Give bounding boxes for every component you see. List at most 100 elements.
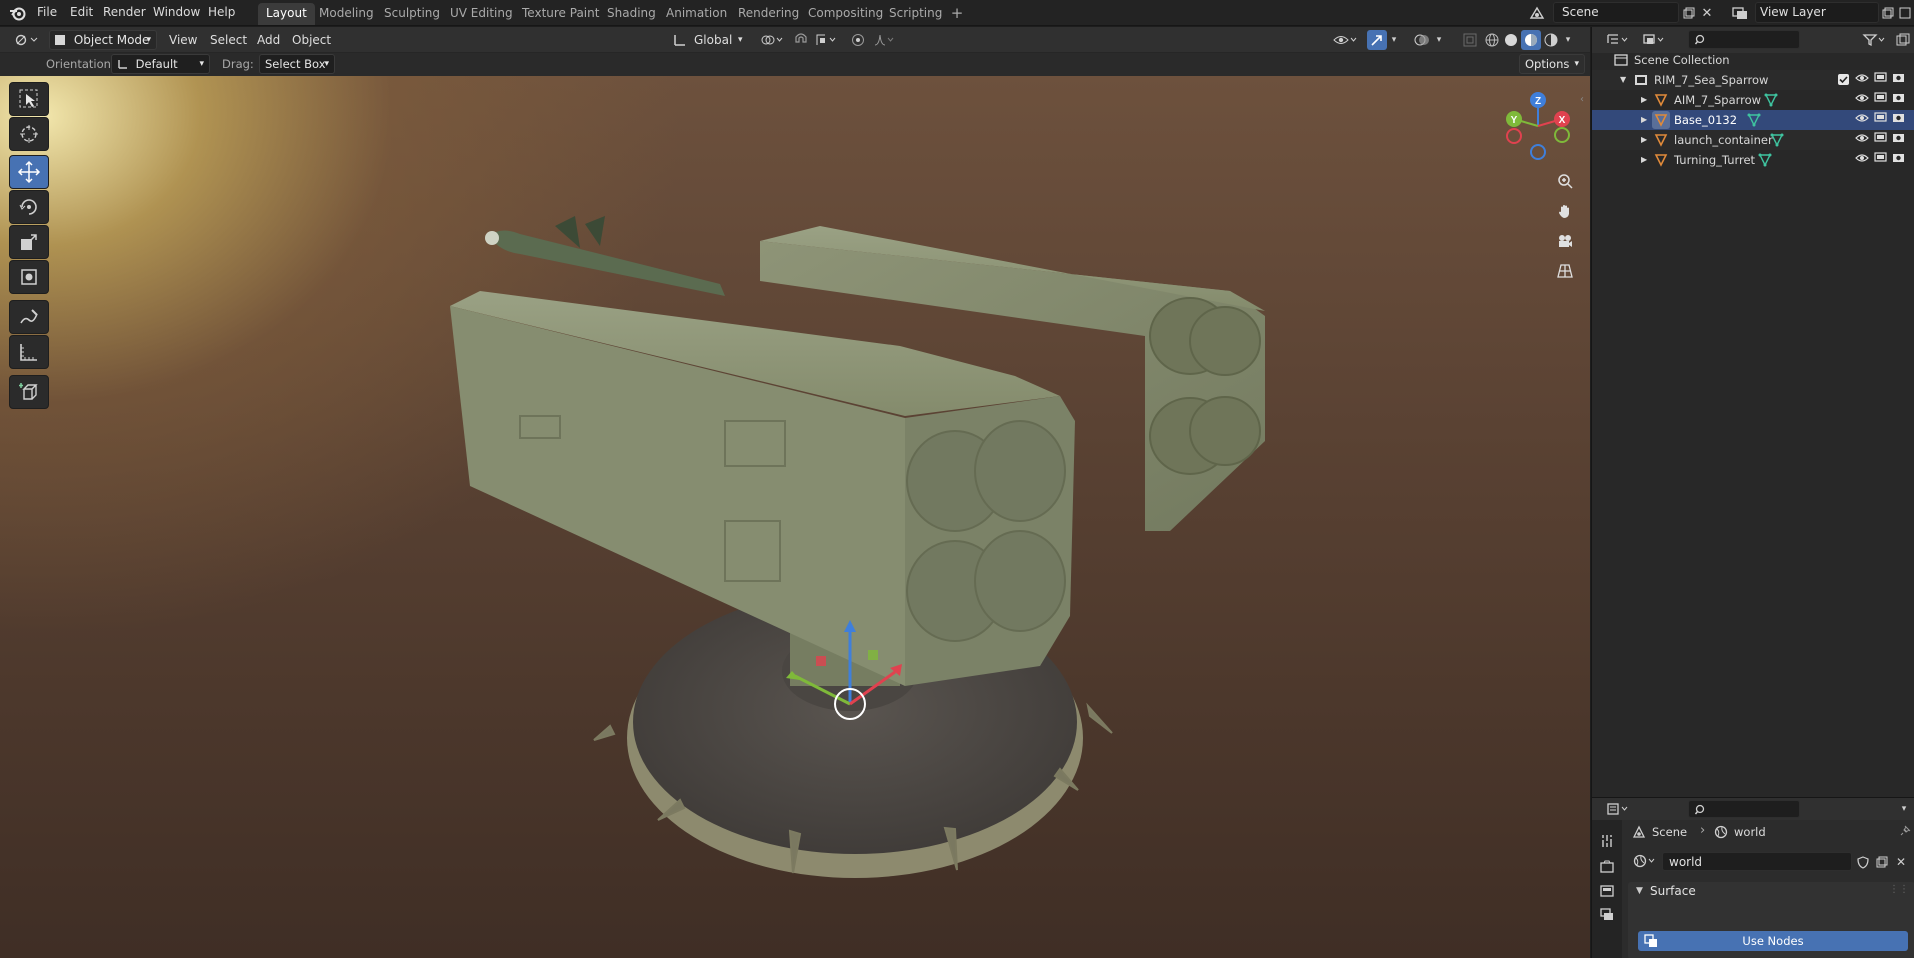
tab-uv-editing[interactable]: UV Editing xyxy=(442,3,521,25)
annotate-tool[interactable] xyxy=(9,300,49,334)
pin-icon[interactable] xyxy=(1900,824,1912,839)
rendered-shading-icon[interactable] xyxy=(1542,31,1560,49)
breadcrumb-scene[interactable]: Scene xyxy=(1652,825,1687,839)
chevron-down-icon[interactable]: ▾ xyxy=(1388,31,1400,49)
view-layer-icon[interactable] xyxy=(1727,3,1753,23)
world-browse-icon[interactable] xyxy=(1632,852,1660,870)
cursor-tool[interactable] xyxy=(9,117,49,151)
remove-scene-icon[interactable]: ✕ xyxy=(1698,3,1716,23)
display-mode-icon[interactable] xyxy=(1640,31,1670,49)
world-name-field[interactable]: world xyxy=(1662,852,1852,871)
tab-texture-paint[interactable]: Texture Paint xyxy=(514,3,607,25)
scale-tool[interactable] xyxy=(9,225,49,259)
wireframe-shading-icon[interactable] xyxy=(1483,31,1501,49)
exclude-checkbox[interactable] xyxy=(1838,74,1849,85)
menu-view[interactable]: View xyxy=(169,30,197,50)
axis-neg-x-icon[interactable] xyxy=(1506,128,1522,144)
output-tab-icon[interactable] xyxy=(1596,880,1618,902)
show-gizmo-icon[interactable] xyxy=(1367,30,1387,50)
tab-scripting[interactable]: Scripting xyxy=(881,3,950,25)
drag-dropdown[interactable]: Select Box ▾ xyxy=(259,54,335,74)
proportional-falloff-icon[interactable] xyxy=(870,31,900,49)
menu-help[interactable]: Help xyxy=(208,0,235,26)
use-nodes-button[interactable]: Use Nodes xyxy=(1638,931,1908,951)
tab-compositing[interactable]: Compositing xyxy=(800,3,891,25)
axis-neg-z-icon[interactable] xyxy=(1530,144,1546,160)
pivot-point-icon[interactable] xyxy=(757,31,787,49)
proportional-editing-icon[interactable] xyxy=(848,31,868,49)
outliner-row-scene-collection[interactable]: Scene Collection xyxy=(1592,50,1914,70)
move-tool[interactable] xyxy=(9,155,49,189)
chevron-down-icon[interactable]: ▾ xyxy=(1433,31,1445,49)
breadcrumb-world[interactable]: world xyxy=(1734,825,1766,839)
visibility-icon[interactable] xyxy=(1331,31,1361,49)
panel-collapse-icon[interactable]: ▼ xyxy=(1636,886,1643,896)
expand-arrow-icon[interactable]: ▶ xyxy=(1641,110,1647,130)
material-preview-shading-icon[interactable] xyxy=(1521,30,1541,50)
expand-arrow-icon[interactable]: ▼ xyxy=(1620,70,1626,90)
scene-selector[interactable]: Scene xyxy=(1553,2,1679,23)
overlays-icon[interactable] xyxy=(1412,31,1432,49)
navigation-gizmo[interactable]: Z Y X xyxy=(1498,86,1578,166)
menu-edit[interactable]: Edit xyxy=(70,0,93,26)
transform-orientation-icon[interactable] xyxy=(671,31,689,49)
add-cube-tool[interactable] xyxy=(9,375,49,409)
tab-rendering[interactable]: Rendering xyxy=(730,3,807,25)
view-layer-selector[interactable]: View Layer xyxy=(1755,2,1879,23)
solid-shading-icon[interactable] xyxy=(1502,31,1520,49)
collapse-sidebar-icon[interactable]: ‹ xyxy=(1580,94,1584,105)
tab-animation[interactable]: Animation xyxy=(658,3,735,25)
drag-handle-icon[interactable]: ⋮⋮ xyxy=(1889,884,1909,895)
chevron-down-icon[interactable]: ▾ xyxy=(1562,31,1574,49)
unlink-world-icon[interactable]: ✕ xyxy=(1892,853,1910,871)
expand-arrow-icon[interactable]: ▶ xyxy=(1641,150,1647,170)
outliner-editor-type-icon[interactable] xyxy=(1604,31,1634,49)
visibility-toggles[interactable] xyxy=(1855,72,1904,82)
zoom-icon[interactable] xyxy=(1552,168,1578,194)
new-collection-icon[interactable] xyxy=(1894,31,1912,49)
menu-window[interactable]: Window xyxy=(153,0,200,26)
orientation-dropdown[interactable]: Default ▾ xyxy=(111,54,210,74)
menu-render[interactable]: Render xyxy=(103,0,146,26)
xray-icon[interactable] xyxy=(1460,31,1480,49)
menu-file[interactable]: File xyxy=(37,0,57,26)
view-layer-tab-icon[interactable] xyxy=(1596,904,1618,926)
pan-hand-icon[interactable] xyxy=(1552,198,1578,224)
menu-object[interactable]: Object xyxy=(292,30,331,50)
options-dropdown[interactable]: Options ▾ xyxy=(1519,54,1585,74)
tab-modeling[interactable]: Modeling xyxy=(311,3,382,25)
3d-viewport[interactable]: Z Y X ‹ xyxy=(0,76,1590,958)
camera-view-icon[interactable] xyxy=(1552,228,1578,254)
scene-icon[interactable] xyxy=(1526,3,1548,23)
tab-shading[interactable]: Shading xyxy=(599,3,664,25)
tab-layout[interactable]: Layout xyxy=(258,3,315,25)
blender-logo-icon[interactable] xyxy=(8,3,28,23)
remove-view-layer-icon[interactable] xyxy=(1897,3,1913,23)
tab-sculpting[interactable]: Sculpting xyxy=(376,3,448,25)
duplicate-world-icon[interactable] xyxy=(1873,853,1891,871)
editor-type-icon[interactable] xyxy=(10,31,44,49)
expand-arrow-icon[interactable]: ▶ xyxy=(1641,90,1647,110)
tool-tab-icon[interactable] xyxy=(1596,830,1618,852)
properties-editor-type-icon[interactable] xyxy=(1604,800,1634,818)
measure-tool[interactable] xyxy=(9,335,49,369)
mode-dropdown[interactable]: Object Mode ▾ xyxy=(49,30,157,50)
outliner-search-input[interactable] xyxy=(1688,30,1800,49)
chevron-down-icon[interactable]: ▾ xyxy=(1896,800,1912,818)
axis-neg-y-icon[interactable] xyxy=(1554,127,1570,143)
add-workspace-button[interactable]: + xyxy=(948,3,966,23)
snap-icon[interactable] xyxy=(791,31,811,49)
expand-arrow-icon[interactable]: ▶ xyxy=(1641,130,1647,150)
render-tab-icon[interactable] xyxy=(1596,856,1618,878)
select-box-tool[interactable] xyxy=(9,82,49,116)
copy-view-layer-icon[interactable] xyxy=(1880,3,1896,23)
copy-scene-icon[interactable] xyxy=(1680,3,1698,23)
filter-icon[interactable] xyxy=(1860,31,1890,49)
surface-panel-title[interactable]: Surface xyxy=(1650,884,1696,898)
rotate-tool[interactable] xyxy=(9,190,49,224)
transform-tool[interactable] xyxy=(9,260,49,294)
menu-select[interactable]: Select xyxy=(210,30,247,50)
snap-target-icon[interactable] xyxy=(812,31,842,49)
menu-add[interactable]: Add xyxy=(257,30,280,50)
properties-search-input[interactable] xyxy=(1688,800,1800,818)
